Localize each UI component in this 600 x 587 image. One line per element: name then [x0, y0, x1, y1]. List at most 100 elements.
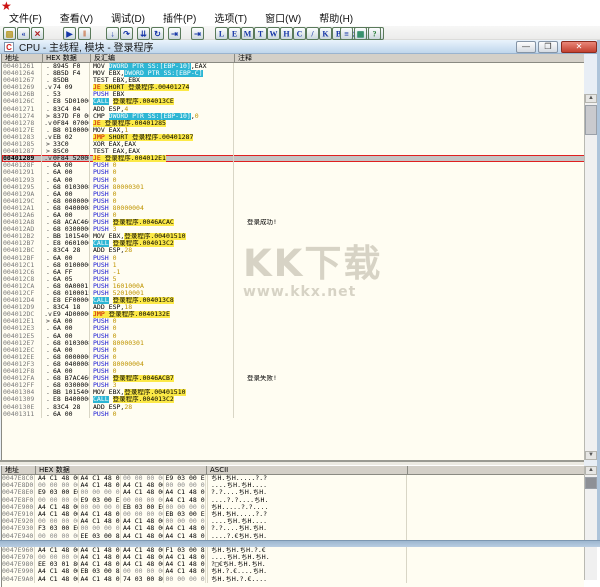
disasm-row[interactable]: 0040128F.6A 00PUSH 0: [2, 162, 584, 169]
panel-m-button[interactable]: M: [241, 27, 254, 40]
disasm-row[interactable]: 004012A8.68 ACAC4600PUSH 登录程序.0046ACAC登录…: [2, 219, 584, 226]
panel-h-button[interactable]: H: [280, 27, 293, 40]
dump-row[interactable]: 0047E8F000 00 00 00E9 03 00 E000 00 00 0…: [2, 497, 584, 504]
col-header-disasm[interactable]: 反汇编: [91, 54, 235, 63]
dump-row[interactable]: 0047E97000 00 00 00A4 C1 48 00A4 C1 48 0…: [2, 554, 584, 561]
col-header-hex[interactable]: HEX 数据: [43, 54, 91, 63]
dump-row[interactable]: 0047E960A4 C1 48 00A4 C1 48 00A4 C1 48 0…: [2, 547, 584, 554]
disasm-row[interactable]: 004012CA.68 0A000116PUSH 1601000A: [2, 283, 584, 290]
dump-row[interactable]: 0047E930F3 03 00 E000 00 00 00A4 C1 48 0…: [2, 525, 584, 532]
disasm-row[interactable]: 004012F3.68 04000080PUSH 80000004: [2, 361, 584, 368]
menu-help[interactable]: 帮助(H): [310, 13, 362, 26]
disasm-row[interactable]: 004012C8.6A 05PUSH 5: [2, 276, 584, 283]
disasm-row[interactable]: 004012C6.6A FFPUSH -1: [2, 269, 584, 276]
disasm-row[interactable]: 004012E1>6A 00PUSH 0: [2, 318, 584, 325]
goto-button[interactable]: ⇥: [191, 27, 204, 40]
disasm-row[interactable]: 004012BF.6A 00PUSH 0: [2, 255, 584, 262]
open-file-button[interactable]: ▤: [3, 27, 16, 40]
disasm-row[interactable]: 004012FA.68 B7AC4600PUSH 登录程序.0046ACB7登录…: [2, 375, 584, 382]
panel-/-button[interactable]: /: [306, 27, 319, 40]
close-button[interactable]: ✕: [561, 41, 597, 53]
disasm-row[interactable]: 004012DC.vE9 4D000000JMP 登录程序.0040132E: [2, 311, 584, 318]
dump-row[interactable]: 0047E8D000 00 00 00A4 C1 48 00A4 C1 48 0…: [2, 482, 584, 489]
disasm-row[interactable]: 004012E3.6A 00PUSH 0: [2, 325, 584, 332]
disasm-row[interactable]: 00401264.8B5D F4MOV EBX,DWORD PTR SS:[EB…: [2, 70, 584, 77]
menu-file[interactable]: 文件(F): [0, 13, 51, 26]
menu-debug[interactable]: 调试(D): [102, 13, 154, 26]
disasm-row[interactable]: 00401309.E8 B4000000CALL 登录程序.004013C2: [2, 396, 584, 403]
appearance-button[interactable]: ▦: [354, 27, 367, 40]
panel-c-button[interactable]: C: [293, 27, 306, 40]
disasm-row[interactable]: 004012EE.68 00000000PUSH 0: [2, 354, 584, 361]
options-list-button[interactable]: ≡: [340, 27, 353, 40]
disasm-row[interactable]: 004012EC.6A 00PUSH 0: [2, 347, 584, 354]
panel-k-button[interactable]: K: [319, 27, 332, 40]
disasm-row[interactable]: 004012B7.E8 06010000CALL 登录程序.004013C2: [2, 240, 584, 247]
disasm-row[interactable]: 00401291.6A 00PUSH 0: [2, 169, 584, 176]
restore-button[interactable]: ❐: [538, 41, 558, 53]
disasm-row[interactable]: 0040130E.83C4 28ADD ESP,28: [2, 404, 584, 411]
menu-options[interactable]: 选项(T): [205, 13, 256, 26]
disasm-row[interactable]: 00401283.vEB 02JMP SHORT 登录程序.00401287: [2, 134, 584, 141]
disasm-row[interactable]: 004012A1.68 04000080PUSH 80000004: [2, 205, 584, 212]
dump-row[interactable]: 0047E94000 00 00 00EE 03 00 80A4 C1 48 0…: [2, 533, 584, 540]
cpu-window-titlebar[interactable]: C CPU - 主线程, 模块 - 登录程序 — ❐ ✕: [0, 40, 600, 54]
scroll-down-icon[interactable]: ▼: [585, 451, 597, 460]
disasm-row[interactable]: 0040126C.E8 5D010000CALL 登录程序.004013CE: [2, 98, 584, 105]
disassembly-scrollbar[interactable]: ▲ ▼: [584, 94, 597, 460]
dump-row[interactable]: 0047E9A0A4 C1 48 00A4 C1 48 0074 03 00 8…: [2, 576, 584, 583]
disasm-row[interactable]: 004012E7.68 01030080PUSH 80000301: [2, 340, 584, 347]
disasm-row[interactable]: 00401271.83C4 04ADD ESP,4: [2, 106, 584, 113]
col-header-address[interactable]: 地址: [2, 54, 43, 63]
disasm-row[interactable]: 00401278.v0F84 07000000JE 登录程序.00401285: [2, 120, 584, 127]
disasm-row[interactable]: 004012D9.83C4 18ADD ESP,18: [2, 304, 584, 311]
panel-e-button[interactable]: E: [228, 27, 241, 40]
disasm-row[interactable]: 0040129A.6A 00PUSH 0: [2, 191, 584, 198]
disasm-row[interactable]: 0040127E.B8 01000000MOV EAX,1: [2, 127, 584, 134]
disasm-row[interactable]: 00401261.8945 F0MOV DWORD PTR SS:[EBP-10…: [2, 63, 584, 70]
dump-row[interactable]: 0047E8C0A4 C1 48 00A4 C1 48 0000 00 00 0…: [2, 475, 584, 482]
dump-row[interactable]: 0047E900A4 C1 48 0000 00 00 00EB 03 00 E…: [2, 504, 584, 511]
disasm-row[interactable]: 004012B2.BB 10154000MOV EBX,登录程序.0040151…: [2, 233, 584, 240]
disasm-row[interactable]: 0040129C.68 00000000PUSH 0: [2, 198, 584, 205]
disasm-row[interactable]: 00401295.68 01030080PUSH 80000301: [2, 184, 584, 191]
disasm-row[interactable]: 00401267.85DBTEST EBX,EBX: [2, 77, 584, 84]
minimize-button[interactable]: —: [516, 41, 536, 53]
menu-view[interactable]: 查看(V): [51, 13, 102, 26]
dump-col-ascii[interactable]: ASCII: [207, 466, 408, 475]
disasm-row[interactable]: 004012FF.68 03000000PUSH 3: [2, 382, 584, 389]
disasm-row[interactable]: 004012C1.68 01000000PUSH 1: [2, 262, 584, 269]
help-button[interactable]: ?: [368, 27, 381, 40]
disasm-row[interactable]: 00401274>837D F0 00CMP DWORD PTR SS:[EBP…: [2, 113, 584, 120]
dump-row[interactable]: 0047E910A4 C1 48 00A4 C1 48 0000 00 00 0…: [2, 511, 584, 518]
scrollbar-thumb[interactable]: [585, 477, 597, 489]
disasm-row[interactable]: 00401287>85C0TEST EAX,EAX: [2, 148, 584, 155]
disasm-row[interactable]: 004012CF.68 01000152PUSH 52010001: [2, 290, 584, 297]
dump-col-hex[interactable]: HEX 数据: [36, 466, 207, 475]
panel-l-button[interactable]: L: [215, 27, 228, 40]
dump-scrollbar[interactable]: ▲: [584, 466, 597, 580]
panel-t-button[interactable]: T: [254, 27, 267, 40]
disasm-row[interactable]: 004012D4.E8 EF000000CALL 登录程序.004013C8: [2, 297, 584, 304]
disasm-row[interactable]: 00401285>33C0XOR EAX,EAX: [2, 141, 584, 148]
scrollbar-thumb[interactable]: [585, 105, 597, 135]
disasm-row[interactable]: 00401311.6A 00PUSH 0: [2, 411, 584, 418]
dump-row[interactable]: 0047E990A4 C1 48 00EB 03 00 8000 00 00 0…: [2, 568, 584, 575]
disasm-row[interactable]: 004012BC.83C4 28ADD ESP,28: [2, 247, 584, 254]
disasm-row[interactable]: 0040126B.53PUSH EBX: [2, 91, 584, 98]
until-return-button[interactable]: ⇥: [168, 27, 181, 40]
disasm-row[interactable]: 00401289.v0F84 52000000JE 登录程序.004012E1: [2, 155, 584, 162]
dump-row[interactable]: 0047E980EE 03 01 80A4 C1 48 00A4 C1 48 0…: [2, 561, 584, 568]
dump-row[interactable]: 0047E92000 00 00 00A4 C1 48 00A4 C1 48 0…: [2, 518, 584, 525]
col-header-comment[interactable]: 注释: [235, 54, 584, 63]
disasm-row[interactable]: 004012F8.6A 00PUSH 0: [2, 368, 584, 375]
dump-row[interactable]: 0047E8E0E9 03 00 E000 00 00 00A4 C1 48 0…: [2, 489, 584, 496]
scroll-up-icon[interactable]: ▲: [585, 466, 597, 475]
disasm-row[interactable]: 004012AD.68 03000000PUSH 3: [2, 226, 584, 233]
disasm-row[interactable]: 00401269.v74 09JE SHORT 登录程序.00401274: [2, 84, 584, 91]
menu-window[interactable]: 窗口(W): [256, 13, 310, 26]
dump-col-address[interactable]: 地址: [2, 466, 36, 475]
scroll-up-icon[interactable]: ▲: [585, 94, 597, 103]
menu-plugins[interactable]: 插件(P): [154, 13, 205, 26]
disasm-row[interactable]: 00401293.6A 00PUSH 0: [2, 177, 584, 184]
